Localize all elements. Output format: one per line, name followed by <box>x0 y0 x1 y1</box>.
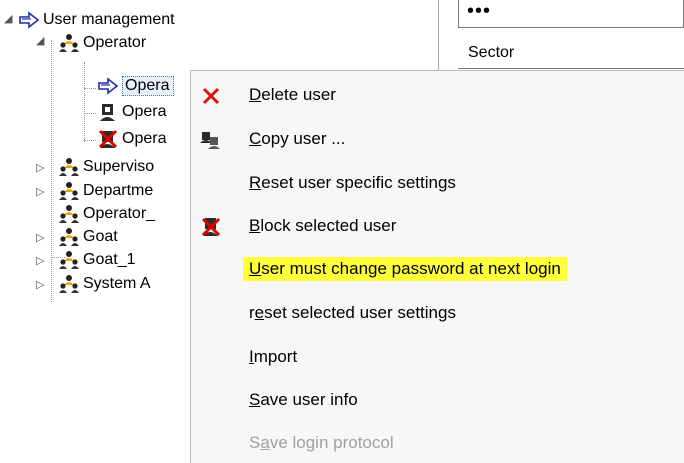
expand-arrow-icon[interactable]: ▷ <box>36 280 46 291</box>
tree-node-group[interactable]: Goat <box>58 226 118 248</box>
menu-item-reset-user-specific-settings[interactable]: Reset user specific settings <box>191 165 684 203</box>
tree-node-label: Goat_1 <box>83 251 136 268</box>
menu-item-block-selected-user[interactable]: Block selected user <box>191 208 684 246</box>
expand-arrow-icon[interactable]: ▷ <box>36 163 46 174</box>
tree-node-group[interactable]: Goat_1 <box>58 249 135 271</box>
blocked-user-icon <box>201 217 221 237</box>
menu-item-label: reset selected user settings <box>249 303 456 322</box>
menu-item-save-login-protocol: Save login protocol <box>191 425 684 463</box>
menu-item-label: Import <box>249 347 298 366</box>
sector-label: Sector <box>468 44 515 61</box>
user-group-icon <box>59 182 79 200</box>
panel-divider[interactable] <box>438 0 439 70</box>
menu-item-label: Reset user specific settings <box>249 173 456 192</box>
user-group-icon <box>59 251 79 269</box>
menu-item-save-user-info[interactable]: Save user info <box>191 382 684 420</box>
tree-node-group[interactable]: System A <box>58 273 151 295</box>
copy-user-icon <box>200 132 220 149</box>
collapse-arrow-icon[interactable]: ◢ <box>4 14 14 25</box>
tree-node-label: Opera <box>122 130 167 147</box>
menu-item-delete-user[interactable]: Delete user <box>191 77 684 115</box>
tree-node-label: Opera <box>122 76 175 96</box>
tree-node-label: Goat <box>83 228 118 245</box>
collapse-arrow-icon[interactable]: ◢ <box>36 36 46 47</box>
menu-item-label: Save user info <box>249 390 358 409</box>
user-group-icon <box>59 275 79 293</box>
tree-node-label: Operator_ <box>83 205 156 222</box>
tree-node-label: Departme <box>83 182 154 199</box>
expand-arrow-icon[interactable]: ▷ <box>36 187 46 198</box>
tree-line <box>84 140 96 141</box>
arrow-icon <box>19 11 40 29</box>
tree-node-user[interactable]: Opera <box>97 101 166 123</box>
menu-item-user-must-change-password[interactable]: User must change password at next login <box>191 252 684 290</box>
tree-node-label: Superviso <box>83 158 155 175</box>
user-group-icon <box>59 205 79 223</box>
user-group-icon <box>59 158 79 176</box>
user-group-icon <box>59 34 79 52</box>
context-menu: Delete user Copy user ... Reset user spe… <box>190 70 684 463</box>
blocked-user-icon <box>98 129 118 149</box>
menu-item-label: Copy user ... <box>249 129 346 148</box>
tree-line <box>84 88 96 89</box>
arrow-user-icon <box>98 77 119 95</box>
red-x-icon <box>202 87 220 105</box>
tree-node-group[interactable]: Superviso <box>58 156 154 178</box>
tree-node-group[interactable]: Departme <box>58 180 153 202</box>
menu-item-copy-user[interactable]: Copy user ... <box>191 121 684 159</box>
expand-arrow-icon[interactable]: ▷ <box>36 256 46 267</box>
tree-node-user-management[interactable]: User management <box>18 9 175 31</box>
tree-line <box>84 113 96 114</box>
tree-line <box>51 40 52 302</box>
tree-line <box>84 62 85 142</box>
person-icon <box>100 104 115 121</box>
expand-arrow-icon[interactable]: ▷ <box>36 233 46 244</box>
tree-node-label: User management <box>43 11 175 28</box>
tree-node-user-selected[interactable]: Opera <box>97 75 175 97</box>
menu-item-label: Save login protocol <box>249 433 394 452</box>
menu-item-reset-selected-user-settings[interactable]: reset selected user settings <box>191 295 684 333</box>
tree-node-label: Opera <box>122 103 167 120</box>
menu-item-import[interactable]: Import <box>191 339 684 377</box>
tree-node-group[interactable]: Operator_ <box>58 203 155 225</box>
user-group-icon <box>59 228 79 246</box>
tree-node-label: Operator <box>83 34 147 51</box>
tree-node-operator[interactable]: Operator <box>58 32 146 54</box>
password-field[interactable]: ••• <box>458 0 684 28</box>
menu-item-label: Delete user <box>249 85 336 104</box>
tree-node-label: System A <box>83 275 151 292</box>
menu-item-label: Block selected user <box>249 216 397 235</box>
tree-node-user-blocked[interactable]: Opera <box>97 128 166 150</box>
menu-item-label: User must change password at next login <box>243 257 567 281</box>
